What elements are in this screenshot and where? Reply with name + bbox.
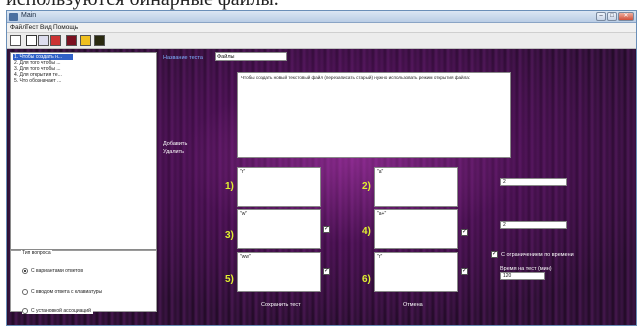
answer-field-1[interactable]: "r"	[237, 167, 321, 207]
title-bar: Main – □ ✕	[7, 11, 636, 23]
toolbar	[7, 33, 636, 49]
answer-field-6[interactable]: "r"	[374, 252, 458, 292]
window-title: Main	[21, 12, 37, 19]
new-icon[interactable]	[10, 35, 21, 46]
question-item[interactable]: 5. Что обозначает ...	[13, 78, 61, 84]
test-time-input[interactable]: 120	[500, 272, 545, 280]
app-icon	[9, 13, 18, 21]
radio-dot[interactable]	[22, 268, 28, 274]
time-limit-label: С ограничением по времени	[501, 252, 574, 258]
answer-correct-checkbox-4[interactable]: ✓	[461, 229, 468, 236]
question-type-group: Тип вопроса С вариантами ответов С вводо…	[10, 250, 157, 314]
open-icon[interactable]	[26, 35, 37, 46]
add-button[interactable]: Добавить	[163, 141, 187, 147]
answer-field-5[interactable]: "ww"	[237, 252, 321, 292]
answer-field-3[interactable]: "w"	[237, 209, 321, 249]
radio-dot[interactable]	[22, 308, 28, 314]
up-arrow-icon[interactable]	[80, 35, 91, 46]
minimize-button[interactable]: –	[596, 12, 606, 21]
question-type-legend: Тип вопроса	[21, 250, 52, 256]
radio-dot[interactable]	[22, 289, 28, 295]
answer-number-4: 4)	[362, 226, 371, 237]
menu-view[interactable]: Вид	[40, 24, 52, 31]
answer-correct-checkbox-6[interactable]: ✓	[461, 268, 468, 275]
maximize-button[interactable]: □	[607, 12, 617, 21]
menu-bar: Файл Тест Вид Помощь	[7, 23, 636, 33]
menu-test[interactable]: Тест	[25, 24, 38, 31]
setting-2-input[interactable]: 2	[500, 221, 567, 229]
question-text-area[interactable]: Чтобы создать новый текстовый файл (пере…	[237, 72, 511, 158]
radio-associations[interactable]: С установкой ассоциаций	[22, 308, 93, 314]
menu-file[interactable]: Файл	[10, 24, 26, 31]
answer-number-2: 2)	[362, 181, 371, 192]
answer-field-2[interactable]: "a"	[374, 167, 458, 207]
cancel-button[interactable]: Отмена	[403, 302, 423, 308]
time-limit-checkbox[interactable]: ✓	[491, 251, 498, 258]
delete-button[interactable]: Удалить	[163, 149, 184, 155]
answer-correct-checkbox-5[interactable]: ✓	[323, 268, 330, 275]
close-button[interactable]: ✕	[618, 12, 634, 21]
answer-number-5: 5)	[225, 274, 234, 285]
radio-multiple-choice[interactable]: С вариантами ответов	[22, 268, 83, 274]
save-test-button[interactable]: Сохранить тест	[261, 302, 301, 308]
answer-number-1: 1)	[225, 181, 234, 192]
setting-1-input[interactable]: 2	[500, 178, 567, 186]
answer-number-6: 6)	[362, 274, 371, 285]
answer-number-3: 3)	[225, 230, 234, 241]
main-window: Main – □ ✕ Файл Тест Вид Помощь 1. Чтобы…	[6, 10, 637, 326]
exit-icon[interactable]	[94, 35, 105, 46]
document-text: используются бинарные файлы.	[6, 0, 279, 10]
book-icon[interactable]	[66, 35, 77, 46]
radio-keyboard-input[interactable]: С вводом ответа с клавиатуры	[22, 289, 102, 295]
answer-field-4[interactable]: "a+"	[374, 209, 458, 249]
document-text-strip: используются бинарные файлы.	[0, 0, 637, 10]
answer-correct-checkbox-3[interactable]: ✓	[323, 226, 330, 233]
test-name-label: Название теста	[163, 55, 203, 61]
save-icon[interactable]	[38, 35, 49, 46]
save-all-icon[interactable]	[50, 35, 61, 46]
menu-help[interactable]: Помощь	[53, 24, 78, 31]
test-name-input[interactable]: Файлы	[215, 52, 287, 61]
question-list[interactable]: 1. Чтобы создать н... 2. Для того чтобы …	[10, 52, 157, 250]
window-controls: – □ ✕	[596, 12, 634, 22]
